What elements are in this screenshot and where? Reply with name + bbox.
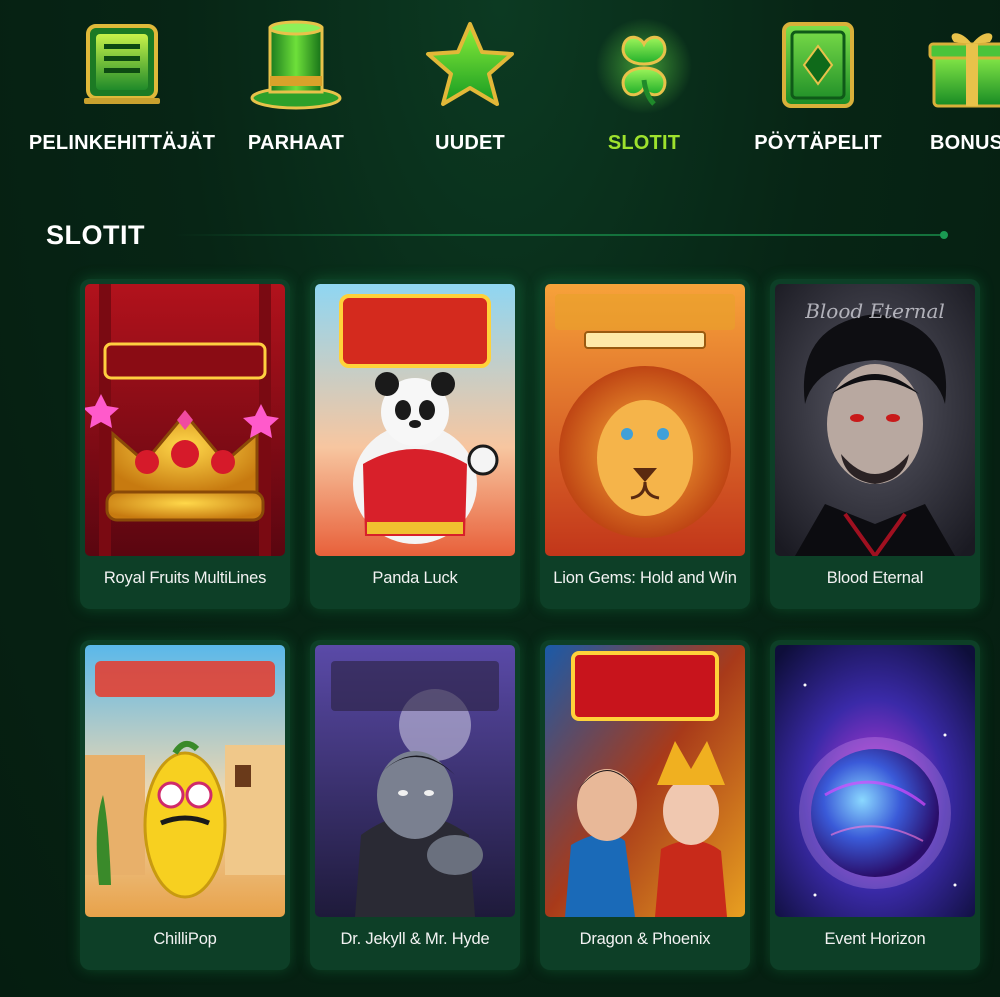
game-card-chillipop[interactable]: ChilliPop (80, 640, 290, 970)
nav-item-parhaat[interactable]: PARHAAT (196, 0, 396, 175)
nav-item-slotit[interactable]: SLOTIT (544, 0, 744, 175)
section-divider-dot (940, 231, 948, 239)
game-card-dragon-phoenix[interactable]: Dragon & Phoenix (540, 640, 750, 970)
game-thumbnail (545, 645, 745, 917)
clover-icon (596, 18, 692, 114)
nav-label: PÖYTÄPELIT (754, 132, 882, 154)
nav-item-bonus[interactable]: BONUS (892, 0, 1000, 175)
royal-fruits-art (85, 284, 285, 556)
section-divider (175, 234, 945, 236)
game-title: Panda Luck (372, 569, 458, 587)
game-thumbnail (315, 645, 515, 917)
star-icon (426, 22, 514, 106)
art-logo: Blood Eternal (804, 299, 945, 323)
game-card-event-horizon[interactable]: Event Horizon (770, 640, 980, 970)
game-title: Lion Gems: Hold and Win (553, 569, 737, 587)
nav-label: PARHAAT (247, 132, 345, 154)
game-title: Blood Eternal (826, 569, 924, 587)
game-card-blood-eternal[interactable]: Blood Eternal Blood Eternal (770, 279, 980, 609)
game-thumbnail (85, 645, 285, 917)
lion-gems-art (545, 284, 745, 556)
game-card-panda-luck[interactable]: Panda Luck (310, 279, 520, 609)
event-horizon-art (775, 645, 975, 917)
game-thumbnail (85, 284, 285, 556)
game-card-dr-jekyll[interactable]: Dr. Jekyll & Mr. Hyde (310, 640, 520, 970)
game-thumbnail (545, 284, 745, 556)
nav-item-pelinkehittajat[interactable]: PELINKEHITTÄJÄT (22, 0, 222, 175)
category-nav: PELINKEHITTÄJÄT PARHAAT UUDET SLOTIT PÖY… (0, 0, 1000, 175)
game-thumbnail (315, 284, 515, 556)
game-title: Royal Fruits MultiLines (103, 569, 267, 587)
top-hat-icon (250, 20, 342, 110)
game-title: Dragon & Phoenix (579, 930, 711, 948)
nav-item-poytapelit[interactable]: PÖYTÄPELIT (718, 0, 918, 175)
game-title: Dr. Jekyll & Mr. Hyde (340, 930, 490, 948)
section-title: SLOTIT (46, 220, 145, 250)
game-thumbnail: Blood Eternal (775, 284, 975, 556)
game-thumbnail (775, 645, 975, 917)
nav-label: UUDET (435, 132, 505, 154)
blood-eternal-art: Blood Eternal (775, 284, 975, 556)
card-icon (782, 22, 854, 108)
nav-label: PELINKEHITTÄJÄT (28, 132, 216, 154)
game-title: Event Horizon (824, 930, 926, 948)
gift-icon (928, 33, 1000, 108)
chillipop-art (85, 645, 285, 917)
nav-item-uudet[interactable]: UUDET (370, 0, 570, 175)
game-title: ChilliPop (153, 930, 217, 948)
nav-label: BONUS (930, 132, 1000, 154)
monitor-icon (84, 24, 160, 104)
nav-label: SLOTIT (607, 132, 681, 154)
game-card-royal-fruits[interactable]: Royal Fruits MultiLines (80, 279, 290, 609)
game-card-lion-gems[interactable]: Lion Gems: Hold and Win (540, 279, 750, 609)
dr-jekyll-art (315, 645, 515, 917)
dragon-phoenix-art (545, 645, 745, 917)
panda-luck-art (315, 284, 515, 556)
